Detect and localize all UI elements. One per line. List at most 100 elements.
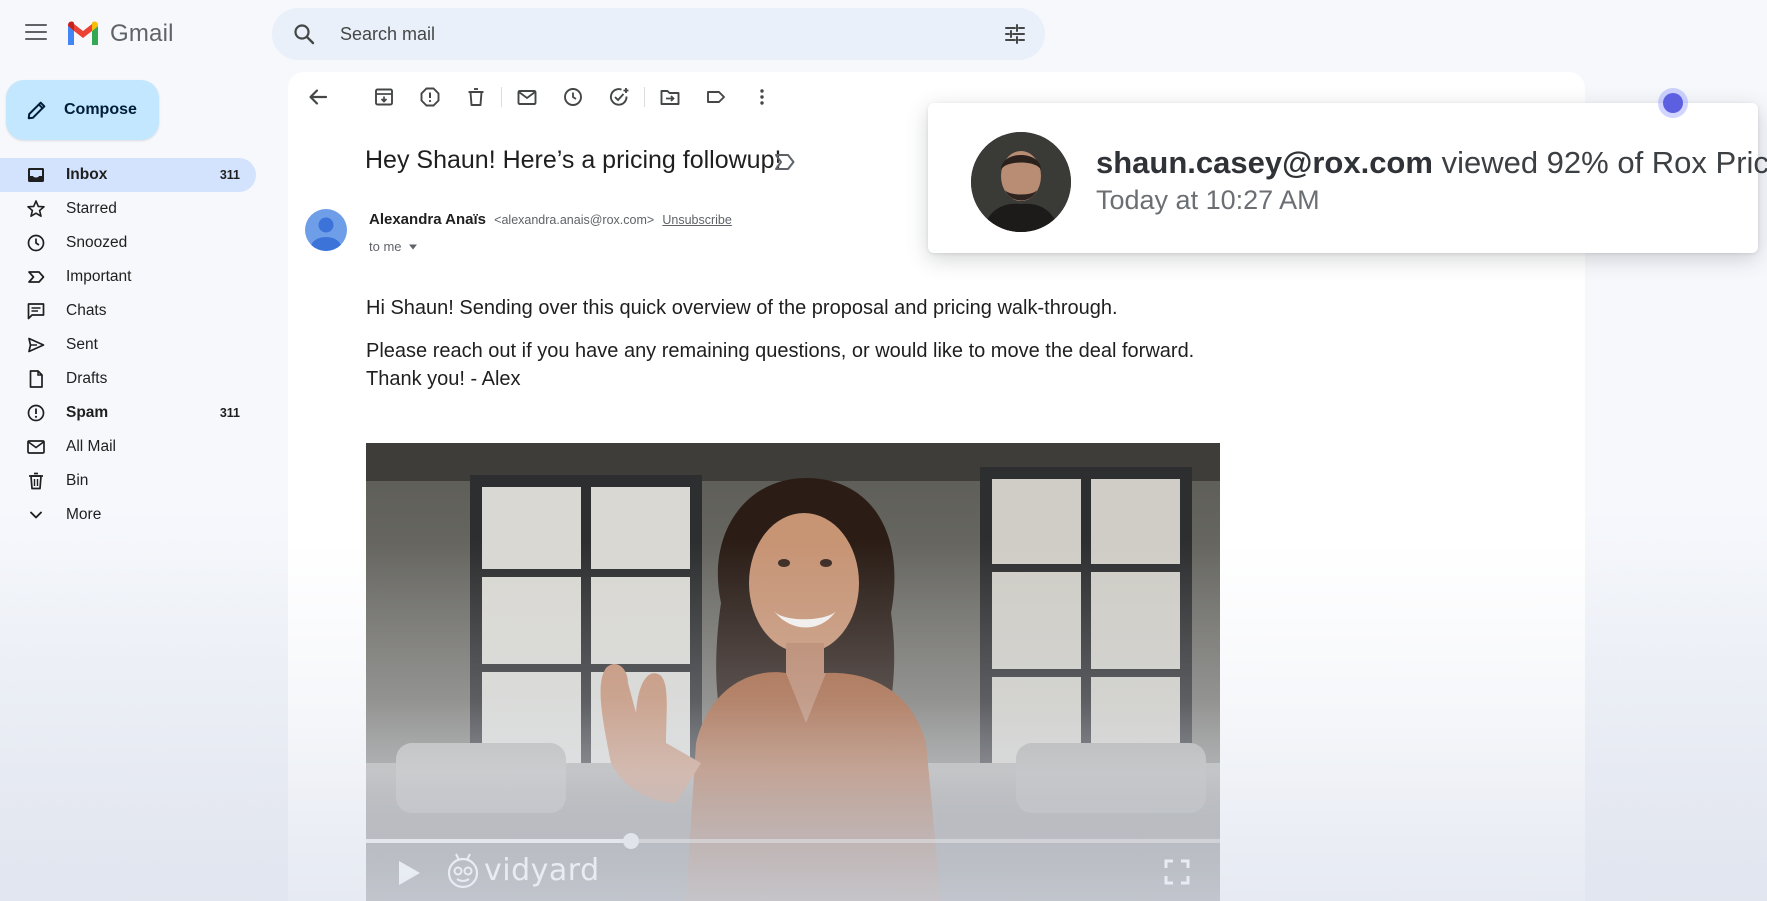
sidebar-item-label: Inbox <box>66 166 108 183</box>
send-icon <box>26 335 46 355</box>
clock-icon <box>564 88 582 106</box>
video-player[interactable]: vidyard <box>366 443 1220 901</box>
email-body-line: Hi Shaun! Sending over this quick overvi… <box>366 297 1118 319</box>
sidebar-item-inbox[interactable]: Inbox 311 <box>0 158 256 192</box>
sidebar-item-label: Sent <box>66 336 98 353</box>
notification-time: Today at 10:27 AM <box>1096 185 1320 215</box>
vidyard-logo: vidyard <box>446 851 600 889</box>
sidebar-item-label: Spam <box>66 404 109 421</box>
sender-name[interactable]: Alexandra Anaïs <box>369 211 486 228</box>
sidebar-item-all-mail[interactable]: All Mail <box>0 430 256 464</box>
video-progress-fill <box>366 839 631 843</box>
archive-button[interactable] <box>371 84 397 110</box>
more-options-button[interactable] <box>749 84 775 110</box>
sidebar-item-label: Drafts <box>66 370 108 387</box>
label-icon <box>707 91 725 103</box>
viewer-photo <box>971 132 1071 232</box>
email-subject: Hey Shaun! Here’s a pricing followup! <box>365 146 782 174</box>
sidebar-item-sent[interactable]: Sent <box>0 328 256 362</box>
avatar <box>971 132 1071 232</box>
sidebar-item-label: Bin <box>66 472 89 489</box>
main-menu-button[interactable] <box>24 22 48 42</box>
email-body-line: Please reach out if you have any remaini… <box>366 340 1195 362</box>
caret-down-icon <box>408 244 417 249</box>
compose-button[interactable]: Compose <box>6 80 159 140</box>
label-button[interactable] <box>703 84 729 110</box>
archive-icon <box>375 88 393 106</box>
add-task-icon <box>609 88 629 106</box>
vidyard-robot-icon <box>447 853 479 889</box>
sidebar-item-label: Snoozed <box>66 234 128 251</box>
important-label-icon[interactable] <box>773 151 797 173</box>
report-spam-button[interactable] <box>417 84 443 110</box>
sidebar-item-label: All Mail <box>66 438 116 455</box>
unsubscribe-link[interactable]: Unsubscribe <box>662 213 731 227</box>
back-button[interactable] <box>305 84 331 110</box>
chevron-down-icon <box>26 505 46 525</box>
video-progress-bar[interactable] <box>366 833 1220 849</box>
spam-icon <box>26 403 46 423</box>
view-action-text: viewed 92% of Rox Pricing <box>1441 145 1767 180</box>
sidebar-item-important[interactable]: Important <box>0 260 256 294</box>
mark-unread-icon <box>517 90 537 105</box>
search-options-icon[interactable] <box>1003 22 1027 46</box>
compose-label: Compose <box>64 101 137 118</box>
header-background <box>1045 0 1585 70</box>
sidebar-item-bin[interactable]: Bin <box>0 464 256 498</box>
report-icon <box>420 87 440 107</box>
star-icon <box>26 199 46 219</box>
add-task-button[interactable] <box>606 84 632 110</box>
app-name: Gmail <box>110 20 174 47</box>
notification-message: shaun.casey@rox.com viewed 92% of Rox Pr… <box>1096 145 1767 181</box>
unread-count: 311 <box>219 168 240 182</box>
search-bar[interactable]: Search mail <box>272 8 1045 60</box>
recipient-details-toggle[interactable]: to me <box>369 239 418 254</box>
arrow-back-icon <box>309 89 328 105</box>
email-toolbar <box>305 84 775 110</box>
status-indicator <box>1658 88 1688 118</box>
recipient-label: to me <box>369 239 402 254</box>
sidebar-item-snoozed[interactable]: Snoozed <box>0 226 256 260</box>
mark-unread-button[interactable] <box>514 84 540 110</box>
menu-icon <box>25 24 47 26</box>
move-to-button[interactable] <box>657 84 683 110</box>
sender-info: Alexandra Anaïs <alexandra.anais@rox.com… <box>369 211 732 228</box>
sidebar-item-label: Chats <box>66 302 107 319</box>
sidebar-item-more[interactable]: More <box>0 498 256 532</box>
draft-icon <box>26 369 46 389</box>
gmail-m-icon <box>68 21 98 45</box>
sidebar-item-label: Important <box>66 268 132 285</box>
delete-button[interactable] <box>463 84 489 110</box>
unread-count: 311 <box>219 406 240 420</box>
search-input[interactable]: Search mail <box>340 24 435 45</box>
play-icon[interactable] <box>396 859 422 887</box>
sidebar-item-label: Starred <box>66 200 117 217</box>
sidebar-item-label: More <box>66 506 102 523</box>
mail-icon <box>26 437 46 457</box>
vidyard-brand: vidyard <box>484 852 600 888</box>
snooze-button[interactable] <box>560 84 586 110</box>
pencil-icon <box>27 101 46 120</box>
sidebar-nav: Inbox 311 Starred Snoozed Important Chat… <box>0 158 256 532</box>
person-icon <box>311 217 341 251</box>
viewer-email: shaun.casey@rox.com <box>1096 145 1433 180</box>
sidebar-item-chats[interactable]: Chats <box>0 294 256 328</box>
inbox-icon <box>26 165 46 185</box>
trash-icon <box>468 88 484 106</box>
gmail-logo[interactable]: Gmail <box>66 20 174 48</box>
search-icon[interactable] <box>292 22 316 46</box>
important-icon <box>26 267 46 287</box>
more-vert-icon <box>760 89 764 105</box>
chat-icon <box>26 301 46 321</box>
avatar[interactable] <box>305 209 347 251</box>
move-folder-icon <box>660 90 680 105</box>
email-body-line: Thank you! - Alex <box>366 368 521 390</box>
sidebar-item-drafts[interactable]: Drafts <box>0 362 256 396</box>
video-progress-handle[interactable] <box>622 833 639 849</box>
sidebar-item-spam[interactable]: Spam 311 <box>0 396 256 430</box>
clock-icon <box>26 233 46 253</box>
fullscreen-icon[interactable] <box>1164 859 1190 885</box>
view-notification-card[interactable]: shaun.casey@rox.com viewed 92% of Rox Pr… <box>928 103 1767 253</box>
video-thumbnail <box>366 443 1220 901</box>
sidebar-item-starred[interactable]: Starred <box>0 192 256 226</box>
